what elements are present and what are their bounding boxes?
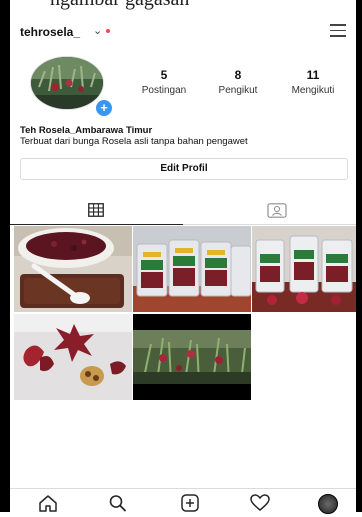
profile-avatar-icon[interactable] xyxy=(318,494,340,514)
add-post-icon[interactable] xyxy=(180,494,202,512)
post-thumbnail[interactable] xyxy=(133,226,251,312)
grid-icon xyxy=(88,203,104,217)
profile-bio: Terbuat dari bunga Rosela asli tanpa bah… xyxy=(20,136,248,147)
profile-display-name: Teh Rosela_Ambarawa Timur xyxy=(20,125,153,136)
post-thumbnail[interactable] xyxy=(133,314,251,400)
notification-dot xyxy=(106,29,110,33)
posts-count: 5 xyxy=(160,68,168,82)
tab-posts-grid[interactable] xyxy=(10,198,183,225)
profile-avatar[interactable] xyxy=(30,56,104,110)
tagged-person-icon xyxy=(267,203,287,218)
followers-label: Pengikut xyxy=(218,85,258,96)
left-frame-border xyxy=(0,0,10,512)
add-story-button[interactable]: + xyxy=(94,98,114,118)
instagram-profile-screen: tehrosela_ ⌄ + 5 Postingan 8 Pengikut 11… xyxy=(10,10,356,514)
avatar-photo xyxy=(31,57,103,109)
hamburger-menu-icon[interactable] xyxy=(330,24,346,37)
post-image-rosella-plant xyxy=(133,314,251,400)
following-count: 11 xyxy=(306,68,320,82)
chevron-down-icon[interactable]: ⌄ xyxy=(93,24,102,37)
followers-count: 8 xyxy=(234,68,242,82)
post-thumbnail[interactable] xyxy=(14,314,132,400)
edit-profile-button[interactable]: Edit Profil xyxy=(20,158,348,180)
search-icon[interactable] xyxy=(108,494,130,512)
stat-posts[interactable]: 5 Postingan xyxy=(134,68,194,96)
username[interactable]: tehrosela_ xyxy=(20,25,80,39)
tab-tagged[interactable] xyxy=(183,198,356,224)
profile-tabs xyxy=(10,198,356,225)
heart-icon[interactable] xyxy=(250,494,272,512)
stat-following[interactable]: 11 Mengikuti xyxy=(280,68,346,96)
home-icon[interactable] xyxy=(38,494,60,512)
post-image-tea-packages xyxy=(133,226,251,312)
post-image-packages-with-flowers xyxy=(252,226,356,312)
post-thumbnail[interactable] xyxy=(252,226,356,312)
post-image-rosella-calyces xyxy=(14,314,132,400)
nav-avatar-image xyxy=(318,494,338,514)
posts-label: Postingan xyxy=(141,85,187,96)
stat-followers[interactable]: 8 Pengikut xyxy=(208,68,268,96)
post-thumbnail[interactable] xyxy=(14,226,132,312)
profile-header: tehrosela_ ⌄ xyxy=(10,10,356,54)
bottom-navigation xyxy=(10,488,356,514)
post-image-dried-rosella-bowl xyxy=(14,226,132,312)
following-label: Mengikuti xyxy=(291,85,335,96)
right-frame-border xyxy=(356,0,362,512)
